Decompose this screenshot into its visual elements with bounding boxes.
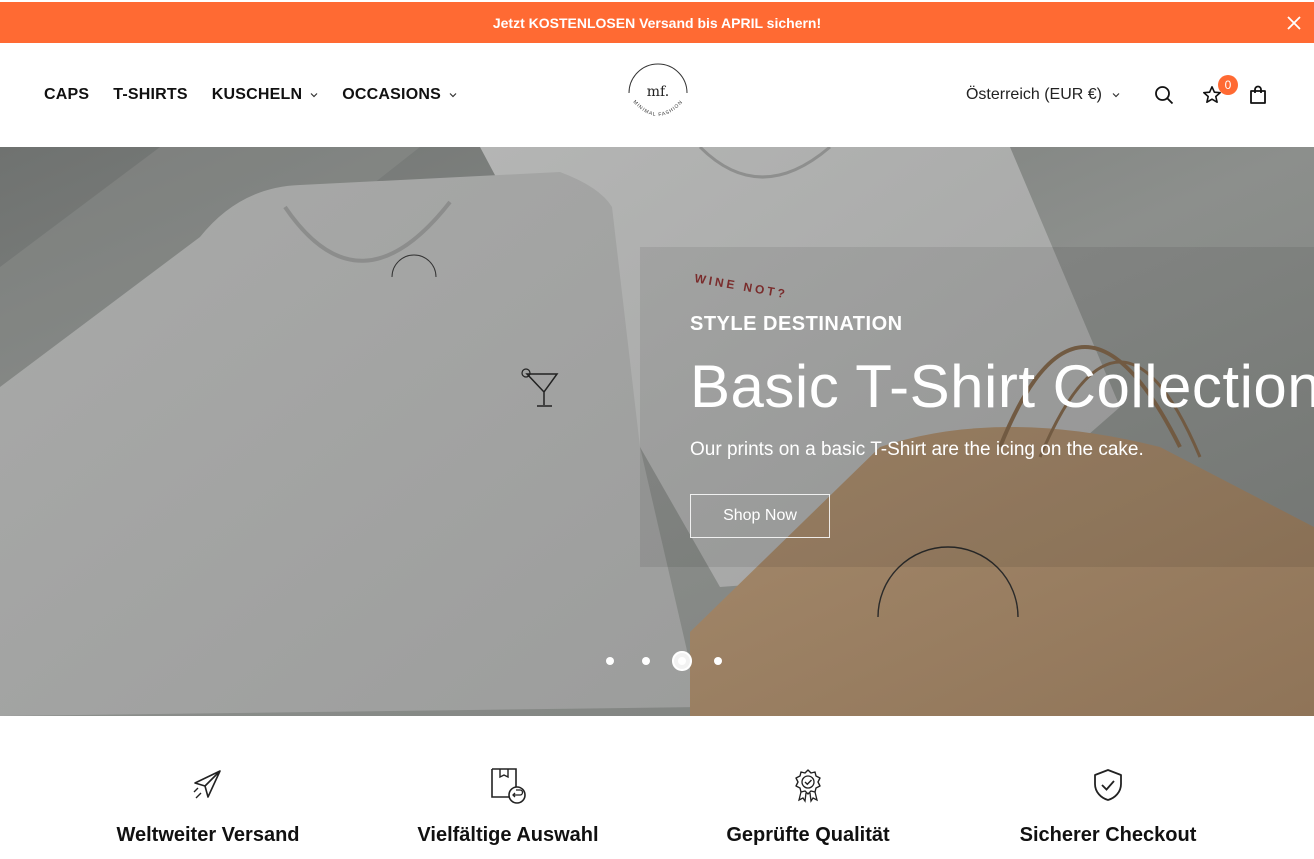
close-icon[interactable] bbox=[1282, 11, 1306, 35]
feature-title: Vielfältige Auswahl bbox=[417, 824, 599, 846]
slide-dot-2[interactable] bbox=[628, 649, 664, 673]
feature-title: Weltweiter Versand bbox=[116, 824, 300, 846]
nav-item-t-shirts[interactable]: T-SHIRTS bbox=[113, 86, 188, 104]
slide-dot-4[interactable] bbox=[700, 649, 736, 673]
site-header: CAPS T-SHIRTS KUSCHELN OCCASIONS mf. MIN… bbox=[0, 43, 1314, 147]
feature-item: Sicherer Checkout bbox=[958, 716, 1258, 859]
main-nav: CAPS T-SHIRTS KUSCHELN OCCASIONS bbox=[44, 43, 457, 147]
logo-tagline: MINIMAL FASHION bbox=[632, 99, 684, 118]
chevron-down-icon bbox=[449, 93, 457, 98]
nav-label: CAPS bbox=[44, 86, 90, 103]
feature-title: Geprüfte Qualität bbox=[726, 824, 890, 846]
search-icon[interactable] bbox=[1152, 83, 1176, 107]
slide-dot-1[interactable] bbox=[592, 649, 628, 673]
logo[interactable]: mf. MINIMAL FASHION bbox=[624, 59, 692, 127]
country-selector[interactable]: Österreich (EUR €) bbox=[966, 86, 1120, 104]
slide-dot-3[interactable] bbox=[664, 649, 700, 673]
feature-item: Geprüfte Qualität bbox=[658, 716, 958, 859]
feature-item: Vielfältige Auswahl bbox=[358, 716, 658, 859]
slider-dots bbox=[592, 649, 736, 673]
shield-check-icon bbox=[1085, 762, 1131, 808]
hero-slider: WINE NOT? STYLE DESTINATION Basic T-Shir… bbox=[0, 147, 1314, 716]
airplane-icon bbox=[185, 762, 231, 808]
shop-now-button[interactable]: Shop Now bbox=[690, 494, 830, 538]
hero-subtitle: Our prints on a basic T-Shirt are the ic… bbox=[690, 439, 1144, 460]
box-return-icon bbox=[485, 762, 531, 808]
hero-eyebrow: STYLE DESTINATION bbox=[690, 313, 903, 335]
chevron-down-icon bbox=[310, 93, 318, 98]
nav-label: T-SHIRTS bbox=[113, 86, 188, 103]
feature-title: Sicherer Checkout bbox=[1019, 824, 1197, 846]
wishlist-count-badge: 0 bbox=[1218, 75, 1238, 95]
nav-label: KUSCHELN bbox=[211, 86, 303, 103]
announcement-bar: Jetzt KOSTENLOSEN Versand bis APRIL sich… bbox=[0, 0, 1314, 43]
nav-item-caps[interactable]: CAPS bbox=[44, 86, 89, 104]
chevron-down-icon bbox=[1112, 93, 1120, 98]
wishlist-star-icon[interactable]: 0 bbox=[1200, 75, 1238, 107]
features-row: Weltweiter Versand Vielfältige Auswahl G… bbox=[0, 716, 1314, 859]
nav-item-kuscheln[interactable]: KUSCHELN bbox=[212, 86, 319, 104]
hero-title: Basic T-Shirt Collection bbox=[690, 353, 1314, 420]
logo-mark: mf. bbox=[647, 84, 669, 100]
announcement-text: Jetzt KOSTENLOSEN Versand bis APRIL sich… bbox=[492, 14, 822, 31]
feature-item: Weltweiter Versand bbox=[58, 716, 358, 859]
nav-item-occasions[interactable]: OCCASIONS bbox=[342, 86, 457, 104]
country-label: Österreich (EUR €) bbox=[965, 86, 1102, 103]
hero-content: STYLE DESTINATION Basic T-Shirt Collecti… bbox=[690, 313, 1314, 538]
header-actions: Österreich (EUR €) 0 bbox=[966, 43, 1270, 147]
svg-text:MINIMAL FASHION: MINIMAL FASHION bbox=[632, 99, 685, 118]
nav-label: OCCASIONS bbox=[342, 86, 441, 103]
quality-badge-icon bbox=[785, 762, 831, 808]
shopping-bag-icon[interactable] bbox=[1246, 83, 1270, 107]
